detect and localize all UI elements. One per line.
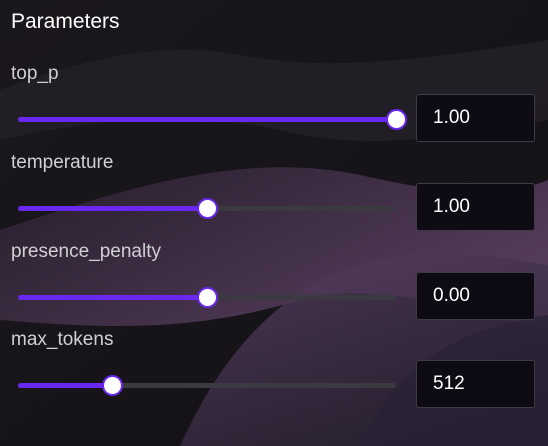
slider-track[interactable]	[18, 198, 396, 219]
slider-thumb[interactable]	[385, 109, 407, 130]
param-label: top_p	[11, 63, 59, 84]
slider-track[interactable]	[18, 375, 396, 396]
param-temperature: temperature 1.00	[0, 151, 548, 241]
slider-fill	[18, 117, 396, 122]
slider-fill	[18, 383, 113, 388]
value-input[interactable]: 0.00	[416, 272, 535, 320]
param-label: temperature	[11, 152, 114, 173]
value-input[interactable]: 1.00	[416, 183, 535, 231]
slider-thumb[interactable]	[102, 375, 123, 396]
slider-fill	[18, 295, 207, 300]
slider-track[interactable]	[18, 287, 396, 308]
slider-track[interactable]	[18, 109, 407, 130]
param-label: presence_penalty	[11, 241, 161, 262]
slider-fill	[18, 206, 207, 211]
value-input[interactable]: 512	[416, 360, 535, 408]
value-input[interactable]: 1.00	[416, 94, 535, 142]
slider-thumb[interactable]	[196, 287, 218, 308]
panel-title: Parameters	[11, 10, 120, 33]
param-max-tokens: max_tokens 512	[0, 328, 548, 418]
param-top-p: top_p 1.00	[0, 62, 548, 152]
parameters-panel: Parameters top_p 1.00 temperature 1.00 p…	[0, 0, 548, 446]
param-label: max_tokens	[11, 329, 114, 350]
slider-thumb[interactable]	[196, 198, 218, 219]
param-presence-penalty: presence_penalty 0.00	[0, 240, 548, 330]
